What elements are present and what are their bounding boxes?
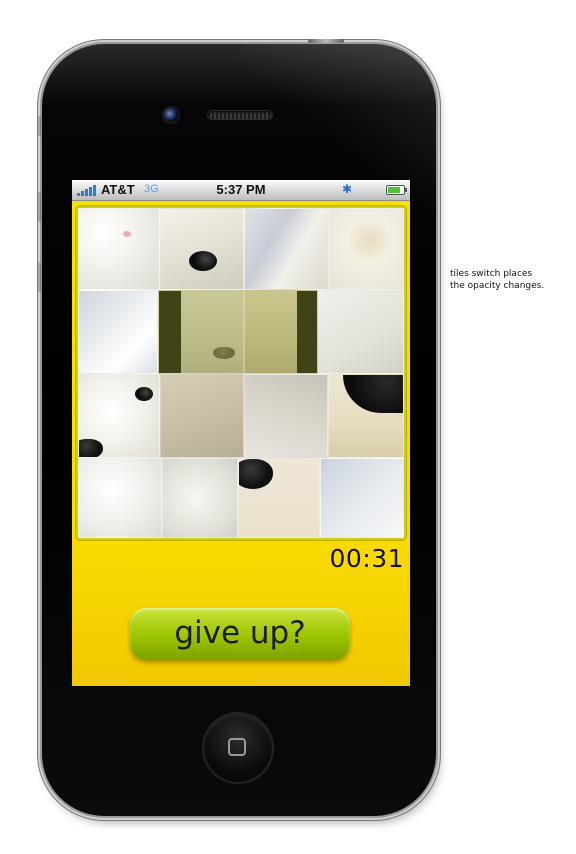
puzzle-tile[interactable]	[244, 290, 318, 374]
annotation-line-2: the opacity changes.	[450, 281, 545, 291]
puzzle-tile[interactable]	[244, 208, 328, 290]
puzzle-tile[interactable]	[320, 458, 404, 538]
countdown-timer: 00:31	[329, 544, 404, 573]
status-time: 5:37 PM	[216, 182, 266, 197]
puzzle-tile[interactable]	[244, 374, 328, 458]
puzzle-tile[interactable]	[238, 458, 320, 538]
volume-down-button[interactable]	[37, 262, 41, 292]
puzzle-tile[interactable]	[158, 290, 244, 374]
puzzle-board	[76, 206, 406, 540]
status-bar: AT&T 3G 5:37 PM ✱	[72, 180, 410, 201]
silent-switch	[37, 116, 41, 136]
volume-up-button[interactable]	[37, 192, 41, 222]
annotation-line-1: tiles switch places	[450, 269, 533, 279]
annotation-note: tiles switch places the opacity changes.	[450, 268, 570, 292]
puzzle-tile[interactable]	[318, 290, 404, 374]
home-square-icon	[228, 738, 246, 756]
puzzle-tile[interactable]	[160, 374, 244, 458]
bluetooth-icon: ✱	[342, 182, 353, 196]
puzzle-tile[interactable]	[78, 458, 162, 538]
iphone-frame: AT&T 3G 5:37 PM ✱ 00:31 give up?	[37, 39, 436, 816]
battery-icon	[386, 185, 407, 195]
puzzle-tile[interactable]	[328, 374, 404, 458]
phone-screen: AT&T 3G 5:37 PM ✱ 00:31 give up?	[72, 180, 410, 686]
power-button[interactable]	[308, 39, 344, 43]
give-up-button[interactable]: give up?	[130, 608, 350, 660]
home-button[interactable]	[204, 714, 272, 782]
puzzle-tile[interactable]	[162, 458, 238, 538]
puzzle-tile[interactable]	[78, 290, 158, 374]
puzzle-tile[interactable]	[328, 208, 404, 290]
earpiece-speaker	[208, 111, 272, 119]
front-camera-icon	[164, 108, 178, 122]
puzzle-tile[interactable]	[78, 374, 160, 458]
puzzle-tile[interactable]	[160, 208, 244, 290]
puzzle-tile[interactable]	[78, 208, 160, 290]
